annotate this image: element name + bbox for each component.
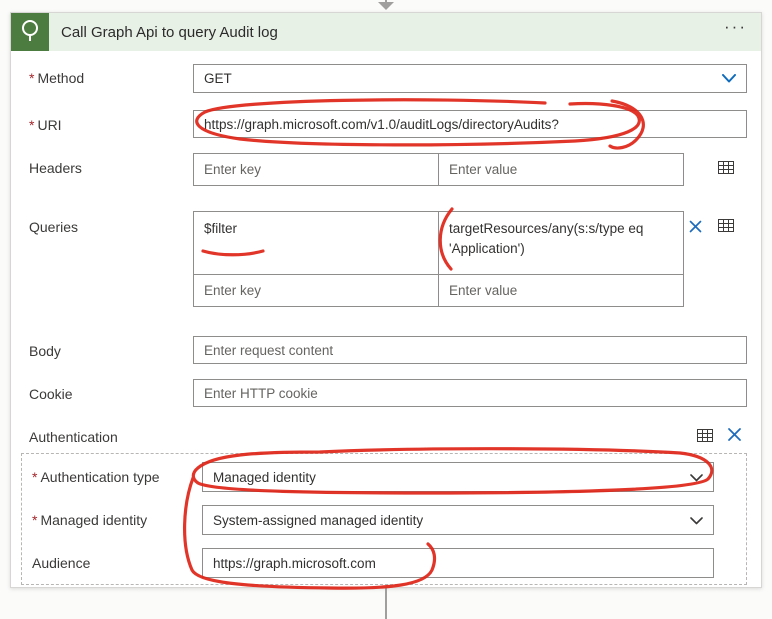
body-label: Body [29,343,61,359]
action-card-header[interactable]: Call Graph Api to query Audit log ··· [11,13,761,51]
audience-label: Audience [32,555,91,571]
chevron-down-icon [722,71,736,86]
uri-input[interactable] [193,110,747,138]
uri-label: * URI [29,117,62,133]
headers-key-input[interactable] [193,153,439,186]
authentication-label: Authentication [29,429,118,445]
managed-identity-value: System-assigned managed identity [213,512,424,528]
method-value: GET [204,71,232,86]
queries-key-input[interactable]: $filter [193,211,439,275]
required-asterisk: * [32,512,38,528]
cookie-input[interactable] [193,379,747,407]
method-dropdown[interactable]: GET [193,64,747,93]
flow-connector-line [385,588,387,619]
http-connector-icon [11,13,49,51]
queries-label: Queries [29,219,79,235]
authentication-type-value: Managed identity [213,469,316,485]
more-actions-button[interactable]: ··· [724,17,747,37]
authentication-delete-icon[interactable] [727,427,742,442]
headers-value-input[interactable] [438,153,684,186]
authentication-type-dropdown[interactable]: Managed identity [202,462,714,492]
queries-value-input-empty[interactable] [438,274,684,307]
method-label: * Method [29,70,85,86]
headers-switch-to-text-icon[interactable] [718,161,734,174]
chevron-down-icon [690,513,703,528]
action-title: Call Graph Api to query Audit log [61,23,278,41]
required-asterisk: * [32,469,38,485]
authentication-switch-to-text-icon[interactable] [697,429,713,442]
required-asterisk: * [29,117,35,133]
body-input[interactable] [193,336,747,364]
flow-connector-arrow [376,0,396,10]
queries-value-input[interactable]: targetResources/any(s:s/type eq 'Applica… [438,211,684,275]
required-asterisk: * [29,70,35,86]
authentication-group: * Authentication type Managed identity * M… [21,453,747,585]
queries-key-input-empty[interactable] [193,274,439,307]
authentication-type-label: * Authentication type [32,469,160,485]
managed-identity-dropdown[interactable]: System-assigned managed identity [202,505,714,535]
headers-label: Headers [29,160,82,176]
chevron-down-icon [690,470,703,485]
cookie-label: Cookie [29,386,73,402]
audience-input[interactable] [202,548,714,578]
queries-delete-icon[interactable] [689,220,702,233]
queries-switch-to-text-icon[interactable] [718,219,734,232]
managed-identity-label: * Managed identity [32,512,148,528]
action-card: Call Graph Api to query Audit log ··· * M… [10,12,762,588]
